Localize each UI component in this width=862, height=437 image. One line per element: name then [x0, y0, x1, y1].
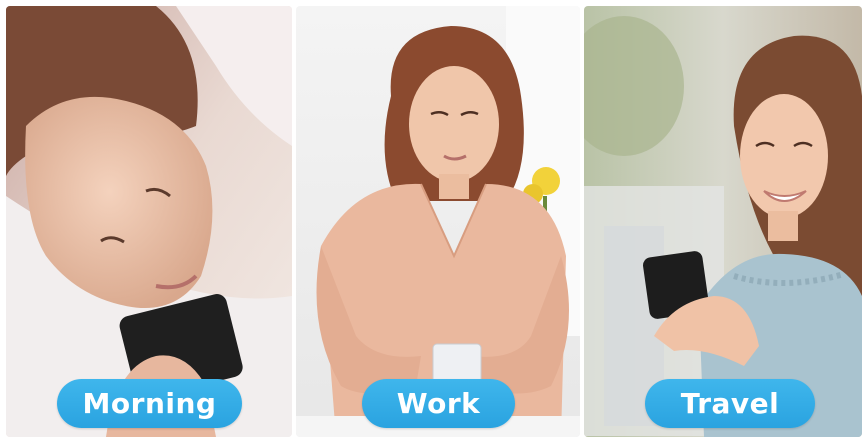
label-morning: Morning — [82, 387, 217, 420]
panel-morning: Morning — [6, 6, 292, 437]
morning-photo — [6, 6, 292, 437]
label-pill-work: Work — [362, 379, 515, 428]
panel-travel: Travel — [584, 6, 862, 437]
travel-photo — [584, 6, 862, 437]
usage-scenarios-banner: Morning Work Travel — [0, 0, 862, 437]
label-pill-travel: Travel — [645, 379, 815, 428]
work-photo — [296, 6, 580, 437]
label-pill-morning: Morning — [57, 379, 242, 428]
panel-work: Work — [296, 6, 580, 437]
label-travel: Travel — [680, 387, 780, 420]
label-work: Work — [396, 387, 481, 420]
